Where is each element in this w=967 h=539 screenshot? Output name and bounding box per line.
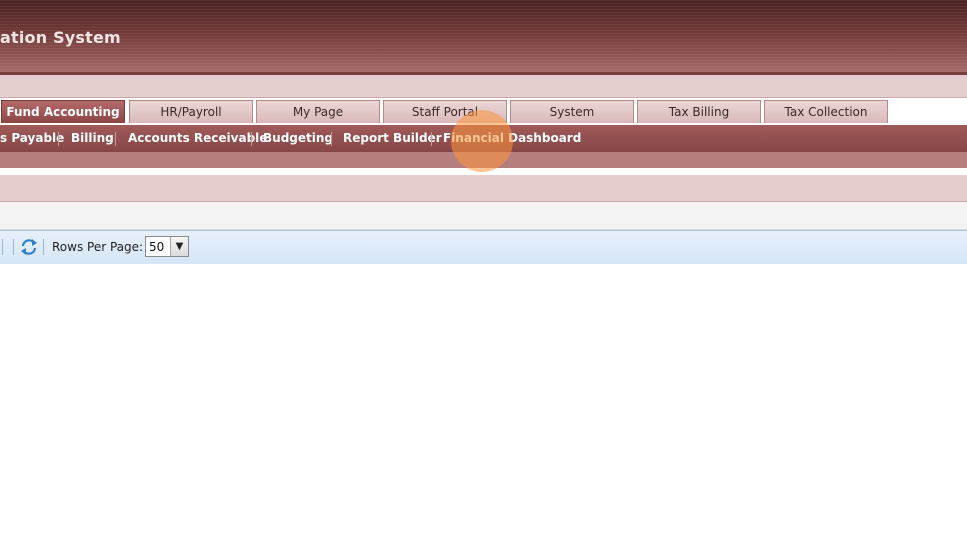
menu-separator: [431, 132, 432, 146]
tab-hr-payroll[interactable]: HR/Payroll: [129, 100, 253, 123]
refresh-icon[interactable]: [20, 238, 38, 256]
menu-item-accounts-payable[interactable]: s Payable: [0, 125, 64, 152]
tab-fund-accounting[interactable]: Fund Accounting: [1, 100, 125, 123]
tab-system[interactable]: System: [510, 100, 634, 123]
grid-content-area: [0, 264, 967, 539]
tab-tax-billing[interactable]: Tax Billing: [637, 100, 761, 123]
toolbar-separator: [13, 239, 14, 255]
menu-separator: [331, 132, 332, 146]
menu-item-budgeting[interactable]: Budgeting: [263, 125, 333, 152]
menu-item-billing[interactable]: Billing: [71, 125, 114, 152]
spacer: [0, 168, 967, 175]
tab-tax-collection[interactable]: Tax Collection: [764, 100, 888, 123]
menu-separator: [58, 132, 59, 146]
filter-bar: [0, 202, 967, 230]
tab-staff-portal[interactable]: Staff Portal: [383, 100, 507, 123]
app-header: ation System: [0, 0, 967, 72]
menu-item-report-builder[interactable]: Report Builder: [343, 125, 442, 152]
rows-per-page-value: 50: [149, 240, 165, 254]
toolbar-separator: [43, 239, 44, 255]
menu-item-accounts-receivable[interactable]: Accounts Receivable: [128, 125, 267, 152]
header-subbar: [0, 75, 967, 98]
menu-separator: [251, 132, 252, 146]
page-title-bar: [0, 175, 967, 202]
module-menu: s Payable Billing Accounts Receivable Bu…: [0, 125, 967, 152]
module-tabs: Fund Accounting HR/Payroll My Page Staff…: [0, 98, 967, 125]
menu-item-financial-dashboard[interactable]: Financial Dashboard: [443, 125, 581, 152]
menu-footer-band: [0, 152, 967, 168]
rows-per-page-label: Rows Per Page:: [52, 240, 144, 254]
tab-my-page[interactable]: My Page: [256, 100, 380, 123]
menu-separator: [115, 132, 116, 146]
chevron-down-icon[interactable]: ▼: [170, 237, 188, 256]
grid-toolbar: Rows Per Page: 50 ▼: [0, 230, 967, 265]
rows-per-page-select[interactable]: 50 ▼: [145, 236, 189, 257]
toolbar-separator: [2, 239, 3, 255]
app-title: ation System: [0, 28, 121, 47]
